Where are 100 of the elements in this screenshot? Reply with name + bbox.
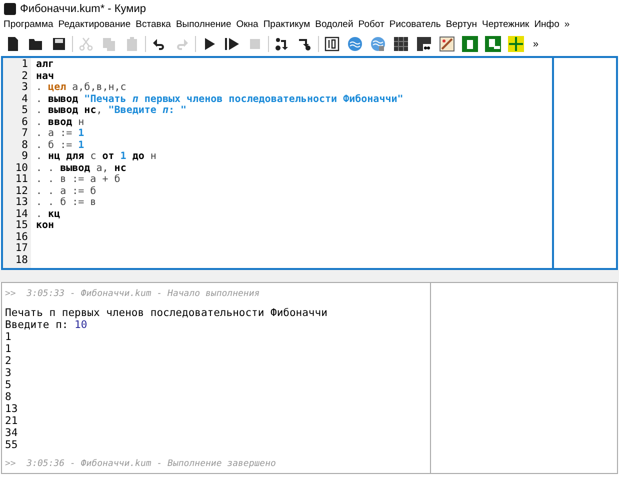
code-token: 1 <box>78 128 84 140</box>
menu-item[interactable]: Инфо <box>532 18 562 32</box>
code-token: кон <box>36 220 54 232</box>
app-logo-icon <box>4 3 16 15</box>
output-line: Введите п: <box>5 319 70 331</box>
log-message: >> 3:05:36 - Фибоначчи.kum - Выполнение завершено <box>5 458 277 471</box>
code-token: нс <box>114 162 126 174</box>
code-token: а,б,в,н,с <box>71 82 126 94</box>
terminal-icon <box>324 36 340 52</box>
grid-icon <box>393 36 409 52</box>
line-number: 9 <box>22 151 28 162</box>
code-token: . <box>36 82 44 94</box>
code-token: до <box>132 151 144 162</box>
clipboard-icon <box>124 36 140 52</box>
document-icon <box>5 36 21 52</box>
line-number: 3 <box>22 82 28 94</box>
code-token: . <box>36 116 44 128</box>
toolbar-button[interactable] <box>322 34 342 54</box>
menu-item[interactable]: » <box>562 18 572 32</box>
code-token: . <box>36 208 44 220</box>
menu-item[interactable]: Водолей <box>312 18 356 32</box>
menu-item[interactable]: Практикум <box>260 18 313 32</box>
code-token: вывод <box>60 162 90 174</box>
output-line: 5 <box>5 379 12 391</box>
line-number: 10 <box>15 162 28 174</box>
line-number: 11 <box>15 174 28 186</box>
code-token: вывод нс <box>48 105 96 116</box>
code-token: . <box>36 94 44 105</box>
code-token: кц <box>48 208 60 220</box>
code-token: 1 <box>119 151 128 162</box>
stop-icon <box>247 36 263 52</box>
output-line: 1 <box>5 343 12 355</box>
menu-item[interactable]: Вставка <box>133 18 174 32</box>
code-token: алг <box>36 59 54 70</box>
input-value: 10 <box>74 319 88 331</box>
menu-item[interactable]: Вертун <box>443 18 480 32</box>
line-number: 17 <box>15 243 28 254</box>
robot-grid-icon <box>416 36 432 52</box>
line-number: 4 <box>22 94 28 105</box>
step-over-icon <box>274 36 290 52</box>
line-number: 14 <box>15 208 28 220</box>
output-line: 2 <box>5 355 12 367</box>
code-token: от <box>102 151 114 162</box>
window-title: Фибоначчи.kum* - Кумир <box>20 2 146 17</box>
code-token: нач <box>36 70 54 82</box>
waves-icon <box>370 36 386 52</box>
code-token: . . б := в <box>36 197 96 208</box>
step-play-icon <box>224 36 240 52</box>
toolbar-button[interactable] <box>414 34 434 54</box>
code-token: цел <box>48 82 66 94</box>
document-panel-icon <box>485 36 501 52</box>
code-token: . <box>36 151 44 162</box>
menu-item[interactable]: Выполнение <box>173 18 234 32</box>
axes-icon <box>508 36 524 52</box>
code-token: "Печать п первых членов последовательности Фибоначчи" <box>83 94 404 105</box>
code-token: . . в := а + б <box>36 174 120 186</box>
palette-icon <box>439 36 455 52</box>
more-toolbar-button[interactable]: » <box>533 36 539 52</box>
output-line: 34 <box>5 427 19 439</box>
output-line: Печать п первых членов последовательности Фибоначчи <box>5 307 328 319</box>
code-token: н <box>77 116 84 128</box>
toolbar-button[interactable] <box>391 34 411 54</box>
line-number: 6 <box>22 116 28 128</box>
menu-item[interactable]: Редактирование <box>56 18 134 32</box>
output-line: 3 <box>5 367 12 379</box>
code-token: 1 <box>78 140 84 151</box>
menu-item[interactable]: Программа <box>1 18 56 32</box>
line-number: 7 <box>22 128 28 140</box>
code-token: а, <box>95 162 110 174</box>
redo-icon <box>174 36 190 52</box>
output-line: 13 <box>5 403 19 415</box>
document-panel-icon <box>462 36 478 52</box>
code-token: . . а := б <box>36 186 96 197</box>
output-line: 8 <box>5 391 12 403</box>
code-token: , <box>96 105 104 116</box>
menu-item[interactable]: Робот <box>356 18 387 32</box>
code-token: вывод <box>48 94 78 105</box>
line-number: 5 <box>22 105 28 116</box>
line-number: 16 <box>15 232 28 243</box>
output-line: 1 <box>5 331 12 343</box>
line-number: 12 <box>15 186 28 197</box>
code-token: . <box>36 105 44 116</box>
line-number: 2 <box>22 70 28 82</box>
line-number: 13 <box>15 197 28 208</box>
step-into-icon <box>297 36 313 52</box>
line-number: 8 <box>22 140 28 151</box>
code-token: н <box>149 151 156 162</box>
waves-icon <box>347 36 363 52</box>
code-token: "Введите п: " <box>108 105 187 116</box>
menu-item[interactable]: Рисователь <box>386 18 444 32</box>
line-number: 15 <box>15 220 28 232</box>
code-token: . . <box>36 162 56 174</box>
copy-icon <box>101 36 117 52</box>
scissors-icon <box>78 36 94 52</box>
line-number: 1 <box>22 59 28 70</box>
output-line: 55 <box>5 439 19 451</box>
menu-item[interactable]: Чертежник <box>480 18 532 32</box>
save-icon <box>51 36 67 52</box>
code-token: ввод <box>48 116 72 128</box>
menu-item[interactable]: Окна <box>234 18 261 32</box>
